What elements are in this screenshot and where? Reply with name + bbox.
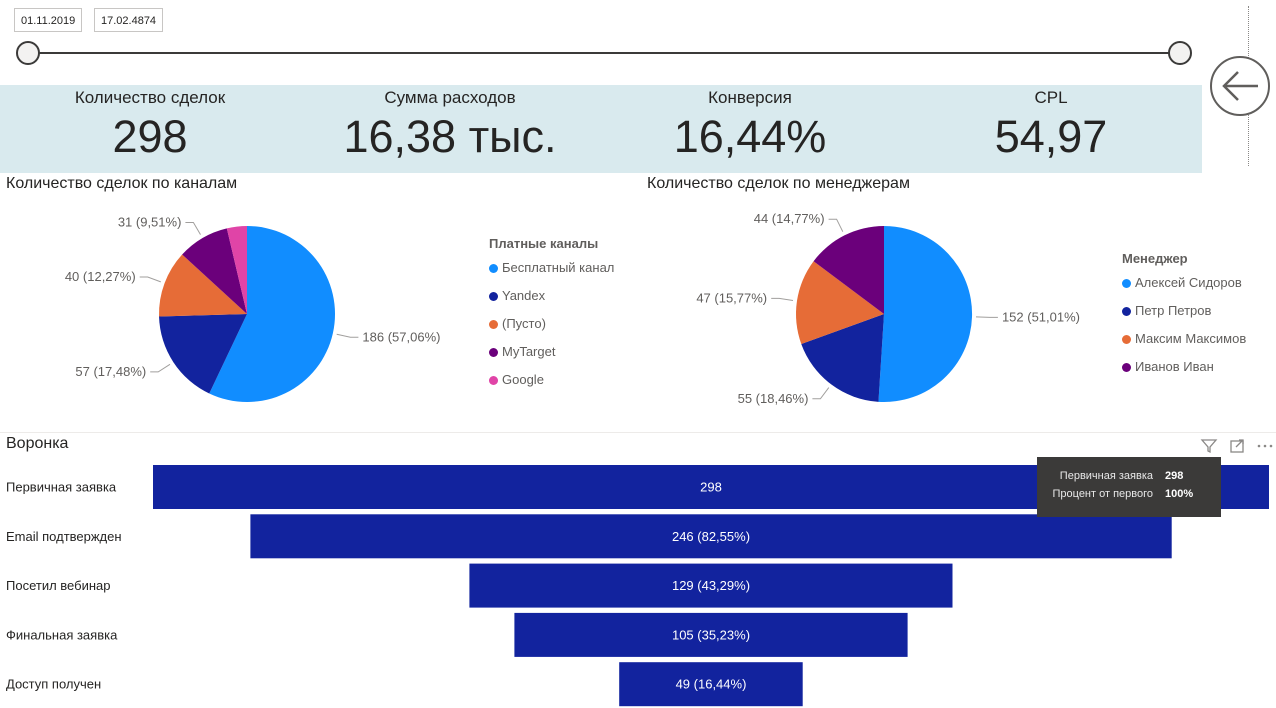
legend-marker [1122, 307, 1131, 316]
tooltip: Первичная заявка 298 Процент от первого … [1037, 457, 1221, 517]
pie-data-label: 186 (57,06%) [362, 329, 440, 344]
legend-marker [489, 376, 498, 385]
pie-data-label: 40 (12,27%) [65, 269, 136, 284]
managers-legend-title: Менеджер [1122, 251, 1188, 266]
channels-legend-title: Платные каналы [489, 236, 599, 251]
pie-label-leader [812, 387, 830, 400]
funnel-category-label: Email подтвержден [6, 529, 122, 544]
channels-pie-chart: 186 (57,06%) 57 (17,48%) 40 (12,27%) 31 (9,… [65, 215, 440, 402]
legend-label: Yandex [502, 288, 546, 303]
kpi-label: Количество сделок [74, 88, 226, 107]
tooltip-row: Первичная заявка 298 [1037, 467, 1221, 485]
funnel-category-label: Финальная заявка [6, 627, 118, 642]
funnel-category-label: Первичная заявка [6, 480, 117, 495]
kpi-band: Количество сделок 298 Сумма расходов 16,… [0, 85, 1202, 173]
pie-label-leader [828, 218, 844, 232]
legend-marker [489, 320, 498, 329]
legend-label: MyTarget [502, 344, 556, 359]
pie-data-label: 57 (17,48%) [75, 364, 146, 379]
date-slider-track[interactable] [28, 52, 1180, 54]
legend-marker [489, 292, 498, 301]
funnel-value-label: 49 (16,44%) [676, 677, 747, 692]
end-date-input[interactable]: 17.02.4874 [94, 8, 164, 32]
legend-label: Иванов Иван [1135, 359, 1214, 374]
filter-icon[interactable] [1200, 437, 1218, 455]
kpi-card-deals: Количество сделок 298 [50, 85, 250, 173]
pie-data-label: 55 (18,46%) [738, 391, 809, 406]
pie-slice[interactable] [878, 225, 973, 402]
pie-label-leader [185, 222, 201, 235]
legend-marker [1122, 335, 1131, 344]
kpi-card-cpl: CPL 54,97 [951, 85, 1151, 173]
legend-marker [489, 264, 498, 273]
kpi-card-expenses: Сумма расходов 16,38 тыс. [300, 85, 600, 173]
funnel-value-label: 246 (82,55%) [672, 529, 750, 544]
pie-data-label: 47 (15,77%) [696, 290, 767, 305]
funnel-category-label: Посетил вебинар [6, 578, 110, 593]
legend-label: (Пусто) [502, 316, 546, 331]
funnel-value-label: 298 [700, 480, 722, 495]
funnel-divider [0, 432, 1276, 433]
start-date-input[interactable]: 01.11.2019 [14, 8, 83, 32]
managers-legend: Менеджер Алексей Сидоров Петр Петров Макси… [1122, 251, 1246, 387]
legend-label: Алексей Сидоров [1135, 275, 1242, 290]
pie-label-leader [975, 316, 998, 318]
pie-data-label: 152 (51,01%) [1002, 309, 1080, 324]
legend-item[interactable]: Yandex [489, 288, 614, 316]
kpi-label: CPL [1034, 88, 1068, 107]
legend-item[interactable]: MyTarget [489, 344, 614, 372]
funnel-title: Воронка [6, 435, 69, 452]
kpi-card-conversion: Конверсия 16,44% [630, 85, 870, 173]
slider-start-handle[interactable] [16, 41, 40, 65]
channels-legend: Платные каналы Бесплатный канал Yandex (Пу… [489, 236, 614, 400]
legend-item[interactable]: Google [489, 372, 614, 400]
back-button[interactable] [1210, 56, 1270, 116]
kpi-value: 16,44% [673, 111, 827, 162]
kpi-value: 298 [112, 111, 188, 162]
legend-item[interactable]: Алексей Сидоров [1122, 275, 1246, 303]
tooltip-value: 298 [1165, 470, 1184, 482]
more-options-icon[interactable] [1256, 437, 1274, 455]
legend-label: Максим Максимов [1135, 331, 1247, 346]
legend-item[interactable]: Бесплатный канал [489, 260, 614, 288]
legend-marker [1122, 279, 1131, 288]
funnel-category-label: Доступ получен [6, 677, 101, 692]
legend-item[interactable]: (Пусто) [489, 316, 614, 344]
managers-pie-chart: 152 (51,01%) 55 (18,46%) 47 (15,77%) 44 (14… [696, 211, 1080, 406]
legend-item[interactable]: Иванов Иван [1122, 359, 1246, 387]
pie-label-leader [139, 276, 161, 283]
legend-marker [1122, 363, 1131, 372]
legend-marker [489, 348, 498, 357]
tooltip-value: 100% [1165, 488, 1194, 500]
pie-label-leader [150, 363, 171, 373]
pie-label-leader [336, 333, 359, 338]
legend-label: Петр Петров [1135, 303, 1212, 318]
pie-data-label: 31 (9,51%) [118, 215, 182, 230]
legend-item[interactable]: Максим Максимов [1122, 331, 1246, 359]
legend-label: Google [502, 372, 544, 387]
pie-label-leader [771, 297, 794, 301]
tooltip-label: Процент от первого [1052, 488, 1154, 500]
tooltip-label: Первичная заявка [1059, 470, 1153, 482]
pie-data-label: 44 (14,77%) [754, 211, 825, 226]
focus-mode-icon[interactable] [1228, 437, 1246, 455]
kpi-label: Конверсия [708, 88, 792, 107]
legend-label: Бесплатный канал [502, 260, 615, 275]
slider-end-handle[interactable] [1168, 41, 1192, 65]
kpi-value: 16,38 тыс. [343, 111, 557, 162]
arrow-left-icon [1222, 71, 1258, 101]
tooltip-row: Процент от первого 100% [1037, 485, 1221, 503]
kpi-label: Сумма расходов [384, 88, 516, 107]
legend-item[interactable]: Петр Петров [1122, 303, 1246, 331]
funnel-value-label: 129 (43,29%) [672, 578, 750, 593]
kpi-value: 54,97 [994, 111, 1108, 162]
funnel-value-label: 105 (35,23%) [672, 627, 750, 642]
